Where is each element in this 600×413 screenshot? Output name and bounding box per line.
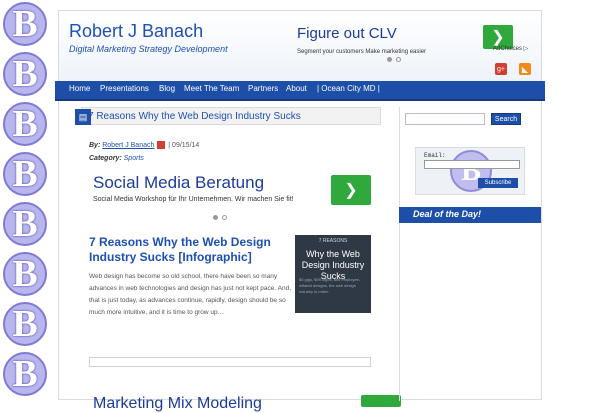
bottom-ad-title[interactable]: Marketing Mix Modeling xyxy=(93,395,262,413)
sidebar-divider xyxy=(399,107,400,401)
nav-item-about[interactable]: About xyxy=(286,84,307,93)
main-content: 7 Reasons Why the Web Design Industry Su… xyxy=(75,107,401,412)
pager-dot[interactable] xyxy=(213,215,218,220)
nav-item-partners[interactable]: Partners xyxy=(248,84,278,93)
search-input[interactable] xyxy=(405,113,485,125)
post-byline: By: Robert J Banach | 09/15/14 xyxy=(89,141,199,149)
share-box xyxy=(89,357,371,367)
b-logo-icon: B xyxy=(3,302,47,346)
nav-item-ocean-city[interactable]: | Ocean City MD | xyxy=(317,84,380,93)
top-ad-subtitle: Segment your customers Make marketing ea… xyxy=(297,49,427,55)
b-logo-icon: B xyxy=(3,252,47,296)
post-title[interactable]: 7 Reasons Why the Web Design Industry Su… xyxy=(88,111,301,122)
nav-item-blog[interactable]: Blog xyxy=(159,84,175,93)
site-tagline: Digital Marketing Strategy Development xyxy=(69,44,228,54)
b-logo-icon: B xyxy=(3,202,47,246)
mid-ad-arrow-button[interactable]: ❯ xyxy=(331,175,371,205)
article-thumbnail[interactable]: 7 REASONS Why the Web Design Industry Su… xyxy=(295,235,371,313)
b-logo-icon: B xyxy=(3,2,47,46)
post-title-bar: 7 Reasons Why the Web Design Industry Su… xyxy=(81,107,381,125)
left-badge-strip: B B B B B B B B xyxy=(0,0,52,400)
sidebar: Search B Email: Subscribe Deal of the Da… xyxy=(399,107,541,401)
pager-dot[interactable] xyxy=(222,215,227,220)
deal-of-the-day-title: Deal of the Day! xyxy=(413,209,482,219)
mid-ad[interactable]: Social Media Beratung Social Media Works… xyxy=(91,171,381,223)
site-header: Robert J Banach Digital Marketing Strate… xyxy=(59,11,541,81)
category-label: Category: xyxy=(89,155,122,162)
post-date: | 09/15/14 xyxy=(168,141,200,149)
category-link[interactable]: Sports xyxy=(124,155,144,162)
site-title[interactable]: Robert J Banach xyxy=(69,21,203,42)
document-icon: ▤ xyxy=(75,109,91,125)
google-plus-icon[interactable]: g+ xyxy=(495,63,507,75)
article-excerpt: Web design has become so old school, the… xyxy=(89,273,292,316)
main-nav: Home Presentations Blog Meet The Team Pa… xyxy=(55,81,545,101)
thumbnail-kicker: 7 REASONS xyxy=(318,238,348,244)
page-wrapper: Robert J Banach Digital Marketing Strate… xyxy=(55,10,545,412)
b-logo-icon: B xyxy=(3,352,47,396)
search-button[interactable]: Search xyxy=(491,113,521,125)
deal-of-the-day-header: Deal of the Day! xyxy=(399,207,541,223)
nav-item-home[interactable]: Home xyxy=(69,84,90,93)
byline-label: By: xyxy=(89,141,101,149)
mid-ad-title[interactable]: Social Media Beratung xyxy=(93,173,264,193)
top-ad-pager xyxy=(387,57,401,62)
pager-dot[interactable] xyxy=(387,57,392,62)
rss-icon[interactable]: ◣ xyxy=(519,63,531,75)
nav-item-presentations[interactable]: Presentations xyxy=(100,84,149,93)
pager-dot[interactable] xyxy=(396,57,401,62)
b-logo-icon: B xyxy=(3,52,47,96)
post-category: Category: Sports xyxy=(89,155,144,162)
article-title[interactable]: 7 Reasons Why the Web Design Industry Su… xyxy=(89,235,289,265)
top-ad-title[interactable]: Figure out CLV xyxy=(297,25,397,42)
author-profile-icon[interactable] xyxy=(157,141,166,149)
b-logo-icon: B xyxy=(3,152,47,196)
email-label: Email: xyxy=(424,152,446,159)
adchoices-label[interactable]: AdChoices ▷ xyxy=(493,45,528,52)
email-subscribe-widget: B Email: Subscribe xyxy=(415,147,525,195)
nav-item-meet-the-team[interactable]: Meet The Team xyxy=(184,84,239,93)
thumbnail-body: $5 gigs, $99 logos, and employee-inflate… xyxy=(299,277,361,294)
bottom-ad-arrow-button[interactable] xyxy=(361,395,401,407)
author-link[interactable]: Robert J Banach xyxy=(102,142,154,149)
top-ad[interactable]: Figure out CLV Segment your customers Ma… xyxy=(295,25,525,63)
mid-ad-pager xyxy=(213,215,227,220)
subscribe-button[interactable]: Subscribe xyxy=(478,178,518,188)
mid-ad-subtitle: Social Media Workshop für Ihr Unternehme… xyxy=(93,196,294,203)
email-field[interactable] xyxy=(424,160,520,169)
b-logo-icon: B xyxy=(3,102,47,146)
